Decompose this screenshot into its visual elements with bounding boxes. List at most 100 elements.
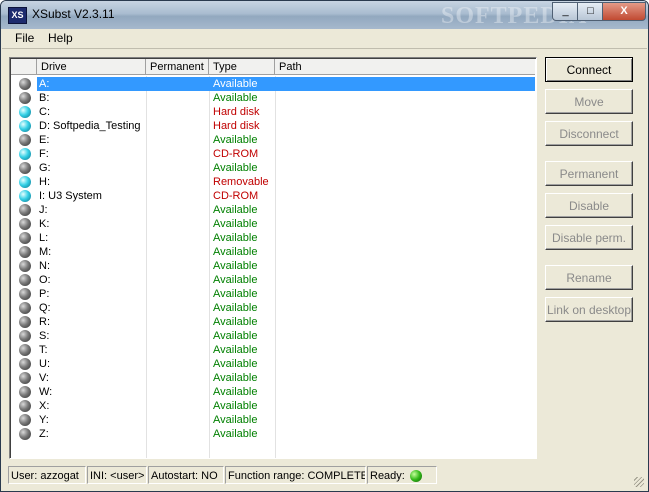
- header-type[interactable]: Type: [209, 59, 275, 75]
- drive-row[interactable]: N: Available: [11, 259, 535, 273]
- type-cell: Available: [213, 218, 258, 230]
- type-cell: Removable: [213, 176, 269, 188]
- disable-button[interactable]: Disable: [545, 193, 633, 218]
- type-cell: Available: [213, 302, 258, 314]
- drive-row[interactable]: A: Available: [11, 77, 535, 91]
- path-cell: [275, 231, 535, 245]
- drive-row[interactable]: F: CD-ROM: [11, 147, 535, 161]
- permanent-cell: [146, 189, 209, 203]
- drive-row[interactable]: X: Available: [11, 399, 535, 413]
- title-bar[interactable]: XS XSubst V2.3.11 SOFTPEDIA _ □ X: [1, 1, 648, 29]
- drive-row[interactable]: G: Available: [11, 161, 535, 175]
- drive-row[interactable]: Y: Available: [11, 413, 535, 427]
- permanent-cell: [146, 245, 209, 259]
- status-autostart: Autostart: NO: [148, 466, 224, 484]
- type-cell: Available: [213, 330, 258, 342]
- type-cell: Available: [209, 77, 275, 91]
- drive-inactive-icon: [19, 372, 31, 384]
- close-button[interactable]: X: [602, 2, 646, 21]
- header-permanent[interactable]: Permanent: [146, 59, 209, 75]
- menu-divider: [2, 48, 647, 49]
- connect-button[interactable]: Connect: [545, 57, 633, 82]
- menu-help[interactable]: Help: [48, 31, 73, 45]
- drive-row[interactable]: K: Available: [11, 217, 535, 231]
- drive-row[interactable]: L: Available: [11, 231, 535, 245]
- drive-row[interactable]: Q: Available: [11, 301, 535, 315]
- permanent-cell: [146, 119, 209, 133]
- drive-row[interactable]: W: Available: [11, 385, 535, 399]
- drive-row[interactable]: R: Available: [11, 315, 535, 329]
- permanent-cell: [146, 287, 209, 301]
- drive-inactive-icon: [19, 274, 31, 286]
- type-cell: Available: [213, 92, 258, 104]
- drive-status-icon: [19, 92, 31, 104]
- drive-row[interactable]: O: Available: [11, 273, 535, 287]
- app-window: XS XSubst V2.3.11 SOFTPEDIA _ □ X File H…: [0, 0, 649, 492]
- drive-status-icon: [19, 274, 31, 286]
- drive-row[interactable]: S: Available: [11, 329, 535, 343]
- drive-cell: H:: [39, 176, 50, 188]
- type-cell: Available: [213, 162, 258, 174]
- disable-perm-button[interactable]: Disable perm.: [545, 225, 633, 250]
- drive-row[interactable]: V: Available: [11, 371, 535, 385]
- drive-row[interactable]: B: Available: [11, 91, 535, 105]
- permanent-cell: [146, 301, 209, 315]
- type-cell: Available: [213, 134, 258, 146]
- status-bar: User: azzogat INI: <user> Autostart: NO …: [2, 465, 647, 487]
- drive-row[interactable]: C: Hard disk: [11, 105, 535, 119]
- drive-list[interactable]: Drive Permanent Type Path A: Available B: A…: [9, 57, 537, 459]
- drive-row[interactable]: P: Available: [11, 287, 535, 301]
- path-cell: [275, 329, 535, 343]
- minimize-button[interactable]: _: [552, 2, 579, 21]
- move-button[interactable]: Move: [545, 89, 633, 114]
- link-on-desktop-button[interactable]: Link on desktop: [545, 297, 633, 322]
- path-cell: [275, 357, 535, 371]
- drive-row[interactable]: D: Softpedia_Testing Hard disk: [11, 119, 535, 133]
- permanent-button[interactable]: Permanent: [545, 161, 633, 186]
- path-cell: [275, 77, 535, 91]
- drive-status-icon: [19, 288, 31, 300]
- status-function-range: Function range: COMPLETE: [225, 466, 366, 484]
- drive-cell: B:: [39, 92, 50, 104]
- type-cell: Available: [213, 274, 258, 286]
- drive-row[interactable]: J: Available: [11, 203, 535, 217]
- drive-status-icon: [19, 330, 31, 342]
- drive-status-icon: [19, 106, 31, 118]
- header-icon-column[interactable]: [11, 59, 37, 75]
- path-cell: [275, 315, 535, 329]
- type-cell: Available: [213, 288, 258, 300]
- path-cell: [275, 189, 535, 203]
- drive-cell: O:: [39, 274, 51, 286]
- menu-file[interactable]: File: [15, 31, 34, 45]
- drive-inactive-icon: [19, 358, 31, 370]
- rename-button[interactable]: Rename: [545, 265, 633, 290]
- drive-row[interactable]: Z: Available: [11, 427, 535, 441]
- type-cell: Available: [213, 428, 258, 440]
- path-cell: [275, 287, 535, 301]
- path-cell: [275, 385, 535, 399]
- drive-inactive-icon: [19, 316, 31, 328]
- drive-row[interactable]: E: Available: [11, 133, 535, 147]
- resize-grip[interactable]: [634, 477, 644, 487]
- drive-active-icon: [19, 120, 31, 132]
- drive-row[interactable]: U: Available: [11, 357, 535, 371]
- header-drive[interactable]: Drive: [37, 59, 146, 75]
- drive-status-icon: [19, 260, 31, 272]
- drive-row[interactable]: M: Available: [11, 245, 535, 259]
- path-cell: [275, 259, 535, 273]
- drive-cell: I: U3 System: [39, 190, 102, 202]
- drive-cell: J:: [39, 204, 48, 216]
- drive-row[interactable]: I: U3 System CD-ROM: [11, 189, 535, 203]
- disconnect-button[interactable]: Disconnect: [545, 121, 633, 146]
- drive-row[interactable]: H: Removable: [11, 175, 535, 189]
- drive-cell: U:: [39, 358, 50, 370]
- drive-row[interactable]: T: Available: [11, 343, 535, 357]
- drive-cell: V:: [39, 372, 49, 384]
- drive-active-icon: [19, 106, 31, 118]
- status-ready: Ready:: [367, 466, 437, 484]
- app-icon[interactable]: XS: [8, 7, 27, 24]
- header-path[interactable]: Path: [275, 59, 535, 75]
- drive-active-icon: [19, 176, 31, 188]
- maximize-button[interactable]: □: [577, 2, 604, 21]
- drive-inactive-icon: [19, 288, 31, 300]
